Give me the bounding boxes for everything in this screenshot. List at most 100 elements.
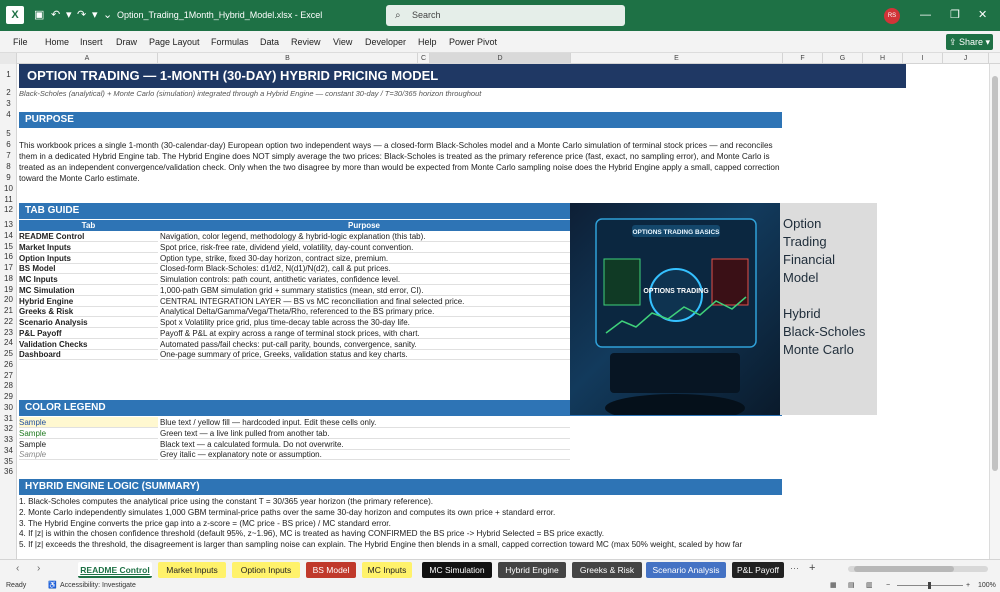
- menu-developer[interactable]: Developer: [365, 37, 406, 47]
- row-number[interactable]: 24: [0, 338, 17, 347]
- column-header-j[interactable]: J: [943, 53, 989, 64]
- add-sheet-icon[interactable]: +: [809, 562, 815, 574]
- row-number[interactable]: 12: [0, 205, 17, 214]
- row-number[interactable]: 11: [0, 195, 17, 204]
- sheet-tab[interactable]: README Control: [78, 562, 152, 578]
- row-number[interactable]: 15: [0, 242, 17, 251]
- h-scroll-thumb[interactable]: [854, 566, 954, 572]
- row-number[interactable]: 13: [0, 220, 17, 229]
- row-number[interactable]: 4: [0, 110, 17, 119]
- row-number[interactable]: 18: [0, 274, 17, 283]
- row-number[interactable]: 36: [0, 467, 17, 476]
- menu-view[interactable]: View: [333, 37, 352, 47]
- menu-help[interactable]: Help: [418, 37, 437, 47]
- menu-power-pivot[interactable]: Power Pivot: [449, 37, 497, 47]
- minimize-icon[interactable]: —: [920, 9, 931, 21]
- column-header-a[interactable]: A: [17, 53, 158, 64]
- row-number[interactable]: 25: [0, 349, 17, 358]
- row-number[interactable]: 16: [0, 252, 17, 261]
- zoom-level[interactable]: 100%: [978, 579, 996, 592]
- customize-toolbar-icon[interactable]: ⌄: [103, 9, 112, 21]
- zoom-out-icon[interactable]: −: [886, 579, 890, 592]
- column-header-f[interactable]: F: [783, 53, 823, 64]
- row-number[interactable]: 22: [0, 317, 17, 326]
- row-number[interactable]: 9: [0, 173, 17, 182]
- scroll-thumb[interactable]: [992, 76, 998, 471]
- sheet-tab[interactable]: Option Inputs: [232, 562, 300, 578]
- menu-data[interactable]: Data: [260, 37, 279, 47]
- row-number[interactable]: 28: [0, 381, 17, 390]
- sheet-tab[interactable]: MC Inputs: [362, 562, 412, 578]
- row-number[interactable]: 27: [0, 371, 17, 380]
- column-header-b[interactable]: B: [158, 53, 418, 64]
- row-number[interactable]: 34: [0, 446, 17, 455]
- redo-dropdown-icon[interactable]: ▾: [92, 9, 98, 21]
- page-break-view-icon[interactable]: ▥: [866, 579, 873, 592]
- select-all-corner[interactable]: [0, 53, 17, 64]
- menu-file[interactable]: File: [13, 37, 28, 47]
- sheet-tab[interactable]: Hybrid Engine: [498, 562, 566, 578]
- zoom-slider[interactable]: [897, 582, 963, 589]
- zoom-slider-thumb[interactable]: [928, 582, 931, 589]
- zoom-in-icon[interactable]: +: [966, 579, 970, 592]
- accessibility-status[interactable]: Accessibility: Investigate: [60, 579, 136, 592]
- menu-review[interactable]: Review: [291, 37, 321, 47]
- sheet-tab[interactable]: P&L Payoff: [732, 562, 784, 578]
- menu-formulas[interactable]: Formulas: [211, 37, 249, 47]
- row-number[interactable]: 14: [0, 231, 17, 240]
- row-number[interactable]: 6: [0, 140, 17, 149]
- row-number[interactable]: 29: [0, 392, 17, 401]
- close-icon[interactable]: ✕: [978, 9, 987, 21]
- row-number[interactable]: 7: [0, 151, 17, 160]
- column-header-e[interactable]: E: [571, 53, 783, 64]
- page-layout-view-icon[interactable]: ▤: [848, 579, 855, 592]
- undo-dropdown-icon[interactable]: ▾: [66, 9, 72, 21]
- menu-draw[interactable]: Draw: [116, 37, 137, 47]
- row-number[interactable]: 33: [0, 435, 17, 444]
- prev-sheet-icon[interactable]: ‹: [16, 563, 19, 574]
- row-number[interactable]: 21: [0, 306, 17, 315]
- row-number[interactable]: 3: [0, 99, 17, 108]
- restore-icon[interactable]: ❐: [950, 9, 960, 21]
- sheet-tab[interactable]: Greeks & Risk: [572, 562, 642, 578]
- row-number[interactable]: 35: [0, 457, 17, 466]
- menu-page-layout[interactable]: Page Layout: [149, 37, 200, 47]
- column-header-h[interactable]: H: [863, 53, 903, 64]
- logic-step: 2. Monte Carlo independently simulates 1…: [19, 507, 556, 517]
- search-box[interactable]: ⌕ Search: [386, 5, 625, 26]
- save-icon[interactable]: ▣: [34, 9, 44, 21]
- horizontal-scrollbar[interactable]: [848, 566, 988, 572]
- row-number[interactable]: 17: [0, 263, 17, 272]
- row-number[interactable]: 30: [0, 403, 17, 412]
- row-number[interactable]: 20: [0, 295, 17, 304]
- row-number[interactable]: 2: [0, 88, 17, 97]
- row-number[interactable]: 8: [0, 162, 17, 171]
- share-button[interactable]: ⇪ Share ▾: [946, 34, 993, 50]
- row-number[interactable]: 32: [0, 424, 17, 433]
- sheet-tab[interactable]: BS Model: [306, 562, 356, 578]
- sheet-tab[interactable]: MC Simulation: [422, 562, 492, 578]
- column-header-i[interactable]: I: [903, 53, 943, 64]
- menu-home[interactable]: Home: [45, 37, 69, 47]
- undo-icon[interactable]: ↶: [51, 9, 60, 21]
- sheet-tab[interactable]: Market Inputs: [158, 562, 226, 578]
- next-sheet-icon[interactable]: ›: [37, 563, 40, 574]
- row-number[interactable]: 5: [0, 129, 17, 138]
- avatar[interactable]: RS: [884, 8, 900, 24]
- normal-view-icon[interactable]: ▦: [830, 579, 837, 592]
- worksheet-grid[interactable]: OPTION TRADING — 1-MONTH (30-DAY) HYBRID…: [17, 64, 989, 559]
- row-number[interactable]: 26: [0, 360, 17, 369]
- vertical-scrollbar[interactable]: [989, 64, 1000, 559]
- menu-insert[interactable]: Insert: [80, 37, 103, 47]
- row-number[interactable]: 19: [0, 285, 17, 294]
- row-number[interactable]: 1: [0, 70, 17, 79]
- column-header-c[interactable]: C: [418, 53, 430, 64]
- column-header-g[interactable]: G: [823, 53, 863, 64]
- row-number[interactable]: 31: [0, 414, 17, 423]
- column-header-d[interactable]: D: [430, 53, 571, 64]
- row-number[interactable]: 10: [0, 184, 17, 193]
- sheet-tab[interactable]: Scenario Analysis: [646, 562, 726, 578]
- more-sheets-icon[interactable]: ⋯: [790, 563, 799, 574]
- row-number[interactable]: 23: [0, 328, 17, 337]
- redo-icon[interactable]: ↷: [77, 9, 86, 21]
